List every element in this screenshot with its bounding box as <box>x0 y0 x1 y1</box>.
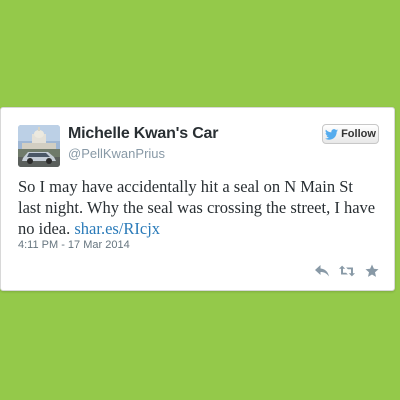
tweet-body: So I may have accidentally hit a seal on… <box>18 177 376 238</box>
tweet-actions <box>314 264 380 278</box>
twitter-bird-icon <box>325 128 339 140</box>
car-photo-avatar[interactable] <box>18 125 60 167</box>
retweet-icon[interactable] <box>339 264 355 278</box>
follow-button[interactable]: Follow <box>322 124 379 144</box>
star-icon[interactable] <box>364 264 380 278</box>
reply-icon[interactable] <box>314 264 330 278</box>
avatar-image <box>18 125 60 167</box>
tweet-text: So I may have accidentally hit a seal on… <box>18 176 378 239</box>
user-handle[interactable]: @PellKwanPrius <box>68 146 165 161</box>
display-name[interactable]: Michelle Kwan's Car <box>68 125 218 143</box>
follow-button-label: Follow <box>341 128 376 140</box>
tweet-link[interactable]: shar.es/RIcjx <box>74 219 160 238</box>
tweet-card: Michelle Kwan's Car @PellKwanPrius Follo… <box>0 107 395 291</box>
tweet-timestamp[interactable]: 4:11 PM - 17 Mar 2014 <box>18 239 130 251</box>
